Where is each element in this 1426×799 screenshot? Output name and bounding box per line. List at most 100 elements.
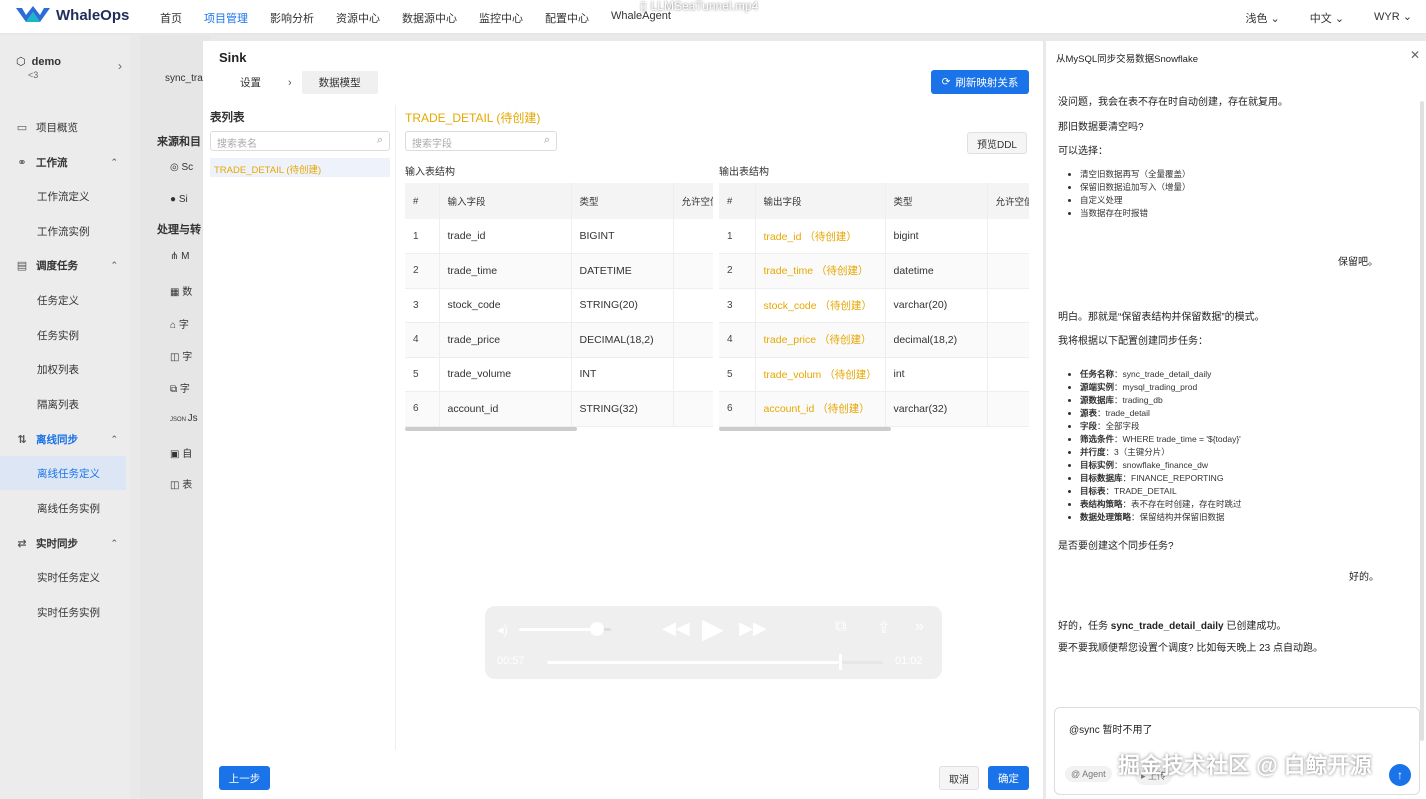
sidebar-item-sub[interactable]: 任务定义 [0,283,130,317]
sidebar-item-menu[interactable]: ▭ 项目概览 [0,110,130,144]
sidebar-item-menu[interactable]: ▤ 调度任务 ⌃ [0,248,130,282]
config-key: 字段 [1080,421,1098,431]
bg-row: ◎ Sc [170,162,193,173]
table-list-item[interactable]: TRADE_DETAIL (待创建) [210,158,390,177]
table-row: 3 stock_code （待创建） varchar(20) [719,288,1029,323]
table-cell-type: INT [571,357,674,392]
assistant-message: 可以选择： [1058,146,1108,157]
more-icon[interactable]: » [915,618,924,636]
sidebar-item-menu[interactable]: ⇄ 实时同步 ⌃ [0,526,130,560]
volume-knob[interactable] [590,622,605,636]
bg-row: ⌂ 字 [170,316,189,331]
video-progress-fill [547,661,840,664]
remaining-time: 01:02 [895,655,923,667]
table-cell-nullable [987,322,1029,358]
sidebar-item-label: 任务定义 [37,294,79,307]
horizontal-scrollbar[interactable] [719,427,891,431]
nav-home[interactable]: 首页 [160,10,182,26]
nav-project[interactable]: 项目管理 [204,10,248,26]
config-value: ：trade_detail [1097,408,1150,418]
whaleops-logo-icon [16,6,50,22]
theme-select[interactable]: 浅色 ⌄ [1245,10,1279,26]
config-key: 目标数据库 [1080,473,1123,483]
sidebar-item-sub[interactable]: 加权列表 [0,352,130,386]
assistant-message: 好的，任务 sync_trade_detail_daily 已创建成功。 [1058,620,1286,634]
schedule-icon: ▤ [16,259,28,272]
cancel-button[interactable]: 取消 [939,766,979,790]
send-button[interactable]: ↑ [1389,764,1411,786]
video-progress-knob[interactable] [839,654,843,670]
nav-monitor[interactable]: 监控中心 [479,10,523,26]
rewind-icon[interactable]: ◀◀ [662,618,690,639]
preview-ddl-button[interactable]: 预览DDL [967,132,1027,154]
sidebar-item-sub[interactable]: 实时任务实例 [0,595,130,629]
close-icon[interactable]: ✕ [1410,48,1420,62]
fast-forward-icon[interactable]: ▶▶ [739,618,767,639]
config-value: ：全部字段 [1097,421,1140,431]
top-right-menu: 浅色 ⌄ 中文 ⌄ WYR ⌄ [1245,10,1412,26]
list-item: 当数据存在时报错 [1080,207,1191,220]
top-bar: WhaleOps 首页 项目管理 影响分析 资源中心 数据源中心 监控中心 配置… [0,0,1426,34]
table-cell-field: account_id （待创建） [755,391,886,427]
list-item: 字段：全部字段 [1080,420,1242,433]
table-cell-nullable [987,253,1029,289]
agent-chip[interactable]: @ Agent [1065,766,1112,782]
step-data-model[interactable]: 数据模型 [301,71,378,94]
bg-section-source: 来源和目 [157,136,201,148]
bg-row: ▦ 数 [170,283,192,298]
horizontal-scrollbar[interactable] [405,427,577,431]
sidebar-item-label: 实时任务实例 [37,606,100,619]
vertical-scrollbar[interactable] [1420,101,1424,741]
sidebar-item-label: 隔离列表 [37,398,79,411]
sidebar-item-sub[interactable]: 实时任务定义 [0,560,130,594]
bg-row: ⋔ M [170,251,190,262]
step-settings[interactable]: 设置 [223,71,278,94]
msg-part: 已创建成功。 [1223,621,1287,632]
col-header: 输出字段 [755,183,886,219]
sidebar-item-menu[interactable]: ⚭ 工作流 ⌃ [0,145,130,179]
table-cell-n: 4 [405,322,440,358]
output-schema-table: # 输出字段 类型 允许空值 1 trade_id （待创建） bigint 2 tra… [719,183,1029,427]
search-table-input[interactable]: 搜索表名 ⌕ [210,131,390,151]
play-icon[interactable]: ▶ [702,612,724,645]
app-logo[interactable]: WhaleOps [14,4,129,26]
background-page: sync_tra 来源和目 ◎ Sc ● Si 处理与转 ⋔ M ▦ 数 ⌂ 字… [140,35,210,799]
sidebar-item-sub[interactable]: 工作流实例 [0,214,130,248]
search-field-input[interactable]: 搜索字段 ⌕ [405,131,557,151]
picture-in-picture-icon[interactable]: ⧉ [835,618,846,636]
chat-input[interactable]: @sync 暂时不用了 [1069,721,1153,736]
sidebar-item-sub[interactable]: 离线任务定义 [0,456,126,490]
share-icon[interactable]: ⇪ [877,618,890,638]
list-item: 筛选条件：WHERE trade_time = '${today}' [1080,433,1242,446]
sidebar-item-sub[interactable]: 离线任务实例 [0,491,130,525]
nav-config[interactable]: 配置中心 [545,10,589,26]
sidebar-item-sub[interactable]: 任务实例 [0,318,130,352]
prev-step-button[interactable]: 上一步 [219,766,270,790]
user-name: WYR [1374,11,1400,23]
confirm-button[interactable]: 确定 [988,766,1029,790]
table-row: 5 trade_volume INT [405,357,713,392]
volume-icon[interactable]: ◂) [497,622,508,638]
list-item: 源数据库：trading_db [1080,394,1242,407]
refresh-mapping-button[interactable]: ⟳ 刷新映射关系 [931,70,1029,94]
sidebar-item-sub[interactable]: 工作流定义 [0,179,130,213]
nav-datasource[interactable]: 数据源中心 [402,10,457,26]
modal-title: Sink [219,50,247,65]
sidebar-item-menu[interactable]: ⇅ 离线同步 ⌃ [0,422,130,456]
nav-resource[interactable]: 资源中心 [336,10,380,26]
assistant-message: 明白。那就是“保留表结构并保留数据”的模式。 [1058,312,1265,323]
lang-select[interactable]: 中文 ⌄ [1310,10,1344,26]
assistant-message: 那旧数据要清空吗? [1058,122,1144,133]
sidebar-item-sub[interactable]: 隔离列表 [0,387,130,421]
col-header: 输入字段 [439,183,572,219]
table-cell-field: trade_id [439,219,572,254]
video-progress-bar[interactable] [547,661,883,664]
nav-impact[interactable]: 影响分析 [270,10,314,26]
table-cell-n: 5 [405,357,440,392]
bg-row-icon: ▦ [170,287,183,298]
user-menu[interactable]: WYR ⌄ [1374,10,1412,26]
table-row: 2 trade_time （待创建） datetime [719,253,1029,289]
table-cell-nullable [987,288,1029,323]
project-selector[interactable]: ⬡ demo <3 › [16,55,122,81]
table-cell-nullable [987,391,1029,427]
